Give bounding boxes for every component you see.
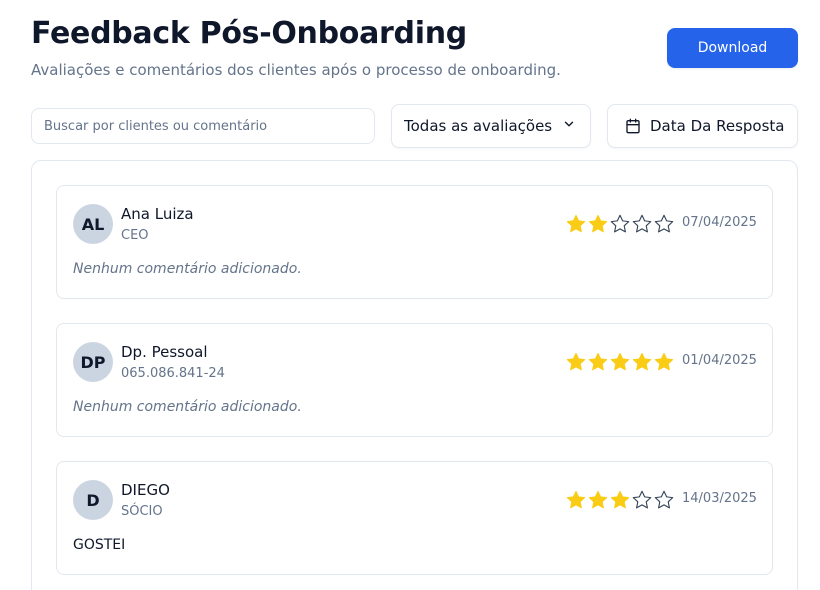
chevron-down-icon: [562, 117, 576, 135]
feedback-comment: Nenhum comentário adicionado.: [73, 399, 302, 415]
client-name: Dp. Pessoal: [121, 343, 208, 361]
page: Feedback Pós-Onboarding Avaliações e com…: [0, 0, 820, 590]
feedback-comment: Nenhum comentário adicionado.: [73, 261, 302, 277]
date-filter-button[interactable]: Data Da Resposta: [607, 104, 798, 148]
response-date: 01/04/2025: [682, 353, 757, 368]
star-filled-icon: [588, 352, 608, 371]
response-date: 14/03/2025: [682, 491, 757, 506]
avatar: D: [73, 480, 113, 520]
client-role: SÓCIO: [121, 504, 163, 519]
rating-filter-select[interactable]: Todas as avaliações: [391, 104, 591, 148]
response-date: 07/04/2025: [682, 215, 757, 230]
download-button[interactable]: Download: [667, 28, 798, 68]
star-filled-icon: [588, 214, 608, 233]
client-role: CEO: [121, 228, 149, 243]
calendar-icon: [625, 118, 641, 134]
star-rating: [565, 489, 675, 511]
avatar: DP: [73, 342, 113, 382]
rating-filter-value: Todas as avaliações: [404, 117, 553, 135]
page-title: Feedback Pós-Onboarding: [31, 16, 467, 51]
date-filter-label: Data Da Resposta: [650, 117, 785, 135]
star-rating: [565, 351, 675, 373]
star-filled-icon: [610, 490, 630, 509]
star-empty-icon: [632, 214, 652, 233]
star-empty-icon: [654, 214, 674, 233]
avatar: AL: [73, 204, 113, 244]
star-rating: [565, 213, 675, 235]
star-empty-icon: [610, 214, 630, 233]
client-name: DIEGO: [121, 481, 170, 499]
star-filled-icon: [566, 352, 586, 371]
star-filled-icon: [610, 352, 630, 371]
feedback-card: AL Ana Luiza CEO 07/04/2025 Nenhum comen…: [56, 185, 773, 299]
star-empty-icon: [654, 490, 674, 509]
client-name: Ana Luiza: [121, 205, 194, 223]
page-subtitle: Avaliações e comentários dos clientes ap…: [31, 61, 561, 79]
feedback-card: DP Dp. Pessoal 065.086.841-24 01/04/2025…: [56, 323, 773, 437]
star-filled-icon: [566, 490, 586, 509]
star-filled-icon: [566, 214, 586, 233]
feedback-card: D DIEGO SÓCIO 14/03/2025 GOSTEI: [56, 461, 773, 575]
star-filled-icon: [588, 490, 608, 509]
star-filled-icon: [654, 352, 674, 371]
search-input[interactable]: [31, 108, 375, 144]
feedback-comment: GOSTEI: [73, 537, 126, 553]
star-filled-icon: [632, 352, 652, 371]
star-empty-icon: [632, 490, 652, 509]
client-role: 065.086.841-24: [121, 366, 225, 381]
